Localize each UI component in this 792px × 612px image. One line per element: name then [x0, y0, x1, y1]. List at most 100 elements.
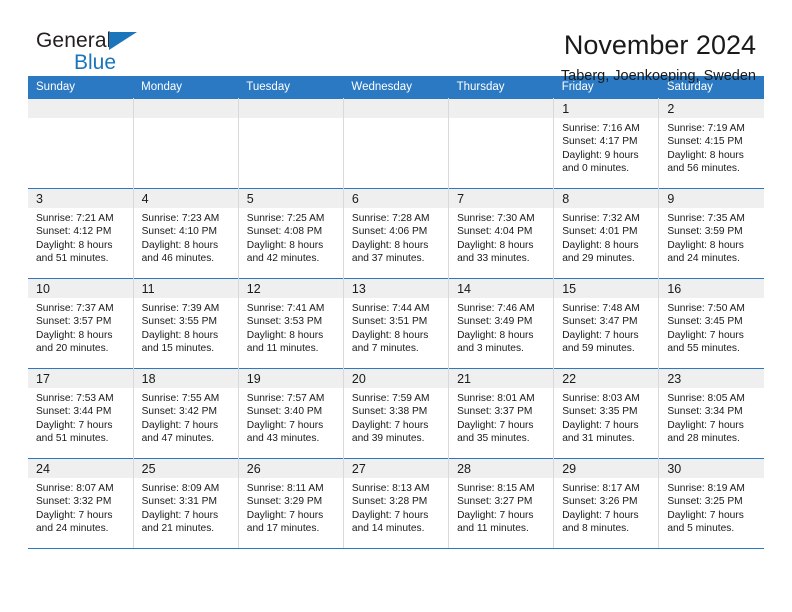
day-number: 17 — [28, 369, 133, 388]
day-details: Sunrise: 7:59 AM Sunset: 3:38 PM Daylight:… — [344, 388, 448, 445]
day-cell-2[interactable]: 2 Sunrise: 7:19 AM Sunset: 4:15 PM Daylight… — [658, 98, 764, 189]
day-cell-23[interactable]: 23 Sunrise: 8:05 AM Sunset: 3:34 PM Dayligh… — [658, 368, 764, 459]
sunset-text: Sunset: 3:25 PM — [667, 496, 743, 508]
sunset-text: Sunset: 3:32 PM — [36, 496, 112, 508]
day-number: 12 — [238, 279, 343, 298]
daylight-text-line2: and 17 minutes. — [246, 522, 320, 534]
sunset-text: Sunset: 3:31 PM — [141, 496, 217, 508]
day-number: 30 — [659, 459, 764, 478]
day-cell-24[interactable]: 24 Sunrise: 8:07 AM Sunset: 3:32 PM Dayligh… — [28, 458, 134, 549]
brand-logo[interactable]: General Blue — [28, 29, 138, 73]
daylight-text-line2: and 11 minutes. — [457, 522, 529, 534]
calendar-week-row: 3 Sunrise: 7:21 AM Sunset: 4:12 PM Daylight… — [28, 188, 764, 279]
day-number: 14 — [449, 279, 554, 298]
daylight-text-line1: Daylight: 8 hours — [351, 329, 429, 341]
day-details: Sunrise: 8:11 AM Sunset: 3:29 PM Daylight:… — [239, 478, 343, 535]
daylight-text-line1: Daylight: 7 hours — [141, 419, 219, 431]
sunrise-text: Sunrise: 7:32 AM — [562, 213, 640, 224]
sunrise-text: Sunrise: 7:50 AM — [667, 303, 745, 314]
daylight-text-line1: Daylight: 8 hours — [36, 239, 113, 251]
day-number: 22 — [554, 369, 659, 388]
day-number: 4 — [133, 189, 238, 208]
day-cell-7[interactable]: 7 Sunrise: 7:30 AM Sunset: 4:04 PM Daylight… — [448, 188, 555, 279]
day-cell-28[interactable]: 28 Sunrise: 8:15 AM Sunset: 3:27 PM Dayligh… — [448, 458, 555, 549]
daylight-text-line2: and 46 minutes. — [141, 252, 215, 264]
day-number: 25 — [133, 459, 238, 478]
day-details: Sunrise: 7:39 AM Sunset: 3:55 PM Daylight:… — [134, 298, 238, 355]
day-cell-4[interactable]: 4 Sunrise: 7:23 AM Sunset: 4:10 PM Daylight… — [133, 188, 239, 279]
sunrise-text: Sunrise: 8:03 AM — [562, 393, 640, 404]
sunset-text: Sunset: 3:42 PM — [141, 406, 217, 418]
daylight-text-line1: Daylight: 8 hours — [351, 239, 429, 251]
sunrise-text: Sunrise: 7:21 AM — [36, 213, 114, 224]
day-cell-26[interactable]: 26 Sunrise: 8:11 AM Sunset: 3:29 PM Dayligh… — [238, 458, 344, 549]
daylight-text-line2: and 20 minutes. — [36, 342, 109, 354]
day-number: 24 — [28, 459, 133, 478]
day-cell-8[interactable]: 8 Sunrise: 7:32 AM Sunset: 4:01 PM Daylight… — [553, 188, 660, 279]
daylight-text-line2: and 59 minutes. — [562, 342, 635, 354]
day-cell-15[interactable]: 15 Sunrise: 7:48 AM Sunset: 3:47 PM Dayligh… — [553, 278, 660, 369]
day-cell-empty — [133, 98, 239, 189]
brand-name-general: General — [36, 29, 112, 52]
daylight-text-line2: and 7 minutes. — [351, 342, 419, 354]
day-number: 5 — [238, 189, 343, 208]
day-cell-12[interactable]: 12 Sunrise: 7:41 AM Sunset: 3:53 PM Dayligh… — [238, 278, 344, 369]
day-cell-5[interactable]: 5 Sunrise: 7:25 AM Sunset: 4:08 PM Daylight… — [238, 188, 344, 279]
day-number: 8 — [554, 189, 659, 208]
sunrise-text: Sunrise: 8:01 AM — [457, 393, 535, 404]
daylight-text-line2: and 55 minutes. — [667, 342, 740, 354]
sunset-text: Sunset: 4:17 PM — [562, 136, 638, 148]
daylight-text-line2: and 51 minutes. — [36, 252, 109, 264]
weekday-header-thursday: Thursday — [448, 76, 554, 99]
sunrise-text: Sunrise: 7:57 AM — [246, 393, 325, 404]
daylight-text-line1: Daylight: 7 hours — [36, 419, 113, 431]
day-cell-11[interactable]: 11 Sunrise: 7:39 AM Sunset: 3:55 PM Dayligh… — [133, 278, 239, 369]
day-details: Sunrise: 8:03 AM Sunset: 3:35 PM Daylight:… — [554, 388, 658, 445]
day-cell-17[interactable]: 17 Sunrise: 7:53 AM Sunset: 3:44 PM Dayligh… — [28, 368, 134, 459]
weekday-header-sunday: Sunday — [28, 76, 134, 99]
day-cell-13[interactable]: 13 Sunrise: 7:44 AM Sunset: 3:51 PM Dayligh… — [343, 278, 450, 369]
day-cell-19[interactable]: 19 Sunrise: 7:57 AM Sunset: 3:40 PM Dayligh… — [238, 368, 344, 459]
day-cell-29[interactable]: 29 Sunrise: 8:17 AM Sunset: 3:26 PM Dayligh… — [553, 458, 660, 549]
sunset-text: Sunset: 4:12 PM — [36, 226, 112, 238]
day-details: Sunrise: 7:50 AM Sunset: 3:45 PM Daylight:… — [659, 298, 764, 355]
day-cell-3[interactable]: 3 Sunrise: 7:21 AM Sunset: 4:12 PM Daylight… — [28, 188, 134, 279]
sunset-text: Sunset: 3:26 PM — [562, 496, 638, 508]
daylight-text-line2: and 51 minutes. — [36, 432, 109, 444]
day-details: Sunrise: 7:46 AM Sunset: 3:49 PM Daylight:… — [449, 298, 553, 355]
day-cell-27[interactable]: 27 Sunrise: 8:13 AM Sunset: 3:28 PM Dayligh… — [343, 458, 450, 549]
day-cell-16[interactable]: 16 Sunrise: 7:50 AM Sunset: 3:45 PM Dayligh… — [658, 278, 764, 369]
day-cell-22[interactable]: 22 Sunrise: 8:03 AM Sunset: 3:35 PM Dayligh… — [553, 368, 660, 459]
day-number: 7 — [449, 189, 554, 208]
sunrise-text: Sunrise: 7:35 AM — [667, 213, 745, 224]
day-number: 2 — [659, 99, 764, 118]
sunrise-text: Sunrise: 7:30 AM — [457, 213, 535, 224]
sunset-text: Sunset: 3:47 PM — [562, 316, 638, 328]
day-cell-10[interactable]: 10 Sunrise: 7:37 AM Sunset: 3:57 PM Dayligh… — [28, 278, 134, 369]
day-cell-9[interactable]: 9 Sunrise: 7:35 AM Sunset: 3:59 PM Daylight… — [658, 188, 764, 279]
daylight-text-line1: Daylight: 7 hours — [667, 419, 744, 431]
day-cell-30[interactable]: 30 Sunrise: 8:19 AM Sunset: 3:25 PM Dayligh… — [658, 458, 764, 549]
day-cell-1[interactable]: 1 Sunrise: 7:16 AM Sunset: 4:17 PM Daylight… — [553, 98, 660, 189]
day-cell-25[interactable]: 25 Sunrise: 8:09 AM Sunset: 3:31 PM Dayligh… — [133, 458, 239, 549]
day-details: Sunrise: 8:19 AM Sunset: 3:25 PM Daylight:… — [659, 478, 764, 535]
sunrise-text: Sunrise: 7:37 AM — [36, 303, 114, 314]
day-cell-21[interactable]: 21 Sunrise: 8:01 AM Sunset: 3:37 PM Dayligh… — [448, 368, 555, 459]
daylight-text-line1: Daylight: 7 hours — [457, 419, 534, 431]
daylight-text-line2: and 3 minutes. — [457, 342, 524, 354]
day-cell-6[interactable]: 6 Sunrise: 7:28 AM Sunset: 4:06 PM Daylight… — [343, 188, 450, 279]
sunset-text: Sunset: 3:59 PM — [667, 226, 743, 238]
day-cell-empty — [448, 98, 555, 189]
daylight-text-line1: Daylight: 7 hours — [562, 329, 639, 341]
day-details: Sunrise: 7:28 AM Sunset: 4:06 PM Daylight:… — [344, 208, 448, 265]
day-cell-14[interactable]: 14 Sunrise: 7:46 AM Sunset: 3:49 PM Dayligh… — [448, 278, 555, 369]
day-number: 28 — [449, 459, 554, 478]
day-cell-18[interactable]: 18 Sunrise: 7:55 AM Sunset: 3:42 PM Dayligh… — [133, 368, 239, 459]
daylight-text-line1: Daylight: 7 hours — [562, 509, 639, 521]
sunset-text: Sunset: 4:04 PM — [457, 226, 533, 238]
day-cell-20[interactable]: 20 Sunrise: 7:59 AM Sunset: 3:38 PM Dayligh… — [343, 368, 450, 459]
sunrise-text: Sunrise: 7:53 AM — [36, 393, 114, 404]
day-number: 6 — [343, 189, 449, 208]
daylight-text-line2: and 56 minutes. — [667, 162, 740, 174]
sunrise-text: Sunrise: 7:39 AM — [141, 303, 220, 314]
